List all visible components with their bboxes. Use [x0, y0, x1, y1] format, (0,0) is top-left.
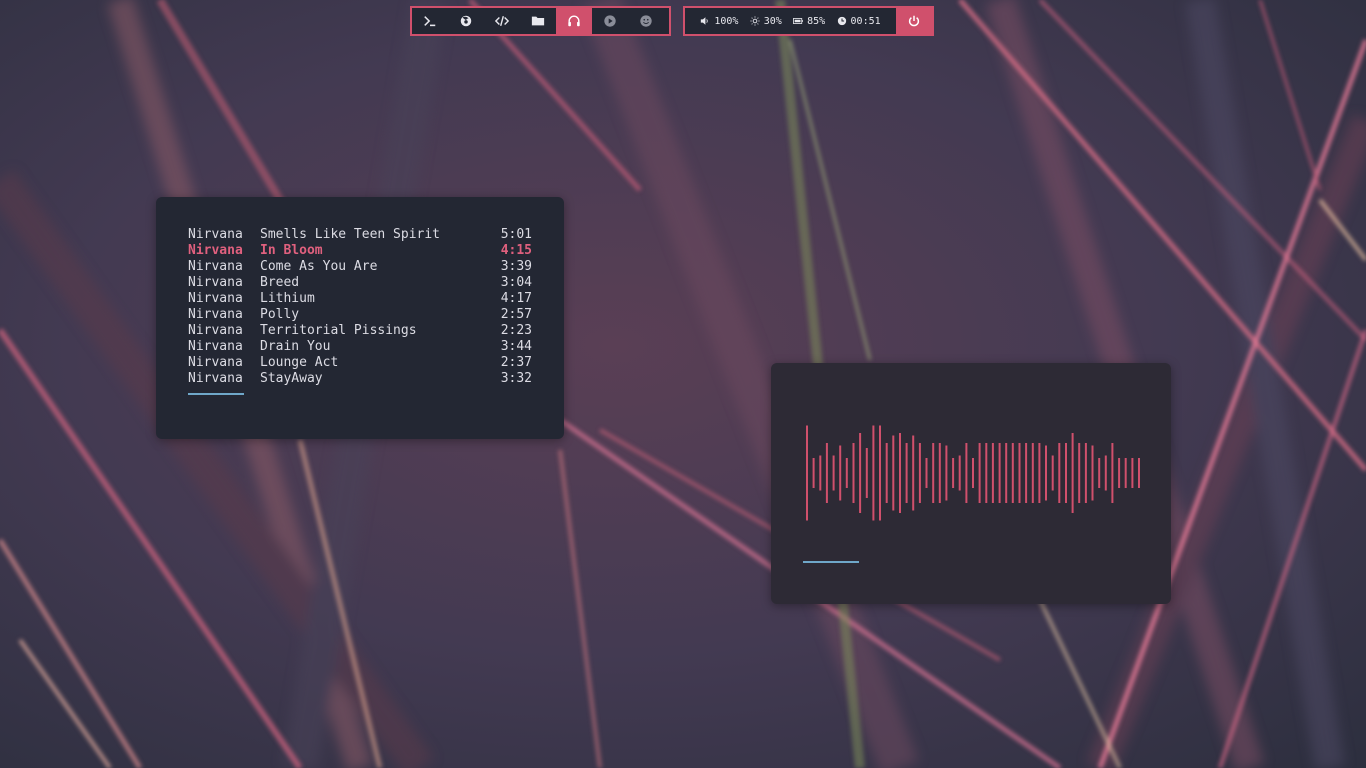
code-button[interactable]	[484, 8, 520, 34]
track-artist: Nirvana	[188, 227, 243, 242]
track-title: In Bloom	[260, 243, 323, 258]
track-row[interactable]: Nirvana StayAway 3:32	[188, 371, 533, 387]
status-bar: 100% 30% 85% 00:51	[683, 6, 934, 36]
code-icon	[495, 16, 509, 26]
battery-indicator[interactable]: 85%	[793, 16, 825, 27]
track-duration: 4:17	[500, 291, 532, 306]
terminal-icon	[424, 16, 436, 27]
track-artist: Nirvana	[188, 323, 243, 338]
folder-icon	[531, 16, 545, 26]
track-row[interactable]: Nirvana Drain You 3:44	[188, 339, 533, 355]
track-row[interactable]: Nirvana Smells Like Teen Spirit 5:01	[188, 227, 533, 243]
track-duration: 4:15	[500, 243, 532, 258]
track-duration: 5:01	[500, 227, 532, 242]
track-title: Smells Like Teen Spirit	[260, 227, 441, 242]
brightness-icon	[750, 16, 760, 26]
track-artist: Nirvana	[188, 243, 243, 258]
track-duration: 2:23	[500, 323, 532, 338]
launcher-bar	[410, 6, 671, 36]
visualizer-window	[771, 363, 1171, 604]
visualizer-progress-bar[interactable]	[803, 561, 859, 563]
track-duration: 2:57	[500, 307, 532, 322]
track-artist: Nirvana	[188, 371, 243, 386]
track-duration: 3:44	[500, 339, 532, 354]
track-title: Polly	[260, 307, 300, 322]
track-title: StayAway	[260, 371, 323, 386]
track-title: Come As You Are	[260, 259, 378, 274]
track-duration: 3:32	[500, 371, 532, 386]
terminal-button[interactable]	[412, 8, 448, 34]
track-row[interactable]: Nirvana Lounge Act 2:37	[188, 355, 533, 371]
track-duration: 2:37	[500, 355, 532, 370]
brightness-value: 30%	[763, 15, 782, 27]
playlist-progress-bar[interactable]	[188, 393, 244, 395]
power-button[interactable]	[896, 8, 932, 34]
clock[interactable]: 00:51	[837, 16, 881, 27]
folder-button[interactable]	[520, 8, 556, 34]
firefox-button[interactable]	[448, 8, 484, 34]
play-circle-icon	[604, 15, 616, 27]
power-icon	[908, 15, 920, 27]
battery-value: 85%	[807, 15, 826, 27]
emoji-button[interactable]	[628, 8, 664, 34]
track-row[interactable]: Nirvana Lithium 4:17	[188, 291, 533, 307]
track-title: Drain You	[260, 339, 331, 354]
track-artist: Nirvana	[188, 259, 243, 274]
track-duration: 3:04	[500, 275, 532, 290]
headphones-icon	[568, 15, 580, 27]
track-row[interactable]: Nirvana Come As You Are 3:39	[188, 259, 533, 275]
music-button[interactable]	[556, 8, 592, 34]
track-artist: Nirvana	[188, 355, 243, 370]
track-title: Lithium	[260, 291, 315, 306]
battery-icon	[793, 18, 803, 24]
speaker-icon	[701, 17, 709, 25]
track-artist: Nirvana	[188, 275, 243, 290]
media-button[interactable]	[592, 8, 628, 34]
track-row[interactable]: Nirvana In Bloom 4:15	[188, 243, 533, 259]
track-list: Nirvana Smells Like Teen Spirit 5:01 Nirva…	[188, 227, 533, 387]
track-row[interactable]: Nirvana Breed 3:04	[188, 275, 533, 291]
volume-value: 100%	[714, 15, 739, 27]
track-row[interactable]: Nirvana Territorial Pissings 2:23	[188, 323, 533, 339]
audio-visualizer	[806, 425, 1140, 521]
clock-icon	[837, 16, 846, 26]
track-artist: Nirvana	[188, 307, 243, 322]
track-artist: Nirvana	[188, 291, 243, 306]
track-title: Lounge Act	[260, 355, 339, 370]
track-duration: 3:39	[500, 259, 532, 274]
playlist-window: Nirvana Smells Like Teen Spirit 5:01 Nirva…	[156, 197, 564, 439]
track-title: Breed	[260, 275, 300, 290]
volume-indicator[interactable]: 100%	[700, 16, 738, 27]
track-artist: Nirvana	[188, 339, 243, 354]
track-title: Territorial Pissings	[260, 323, 417, 338]
firefox-icon	[460, 15, 472, 27]
brightness-indicator[interactable]: 30%	[750, 16, 782, 27]
clock-value: 00:51	[850, 15, 881, 27]
track-row[interactable]: Nirvana Polly 2:57	[188, 307, 533, 323]
smiley-icon	[640, 15, 652, 27]
